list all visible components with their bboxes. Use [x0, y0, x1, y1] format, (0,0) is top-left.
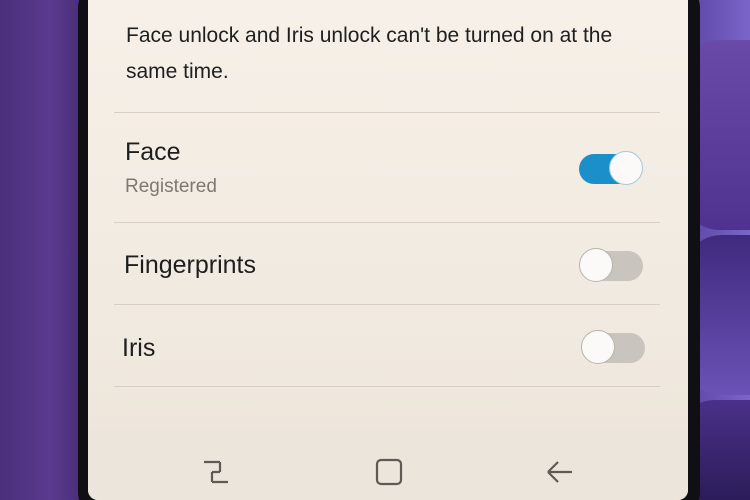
toggle-knob — [581, 330, 615, 364]
recent-apps-icon — [204, 460, 228, 484]
face-option-label[interactable]: Face — [125, 138, 181, 167]
fingerprints-option-label[interactable]: Fingerprints — [124, 251, 256, 280]
navigation-bar — [88, 430, 688, 500]
biometrics-settings-screen: Face unlock and Iris unlock can't be tur… — [88, 0, 688, 500]
recent-apps-button[interactable] — [196, 452, 236, 492]
divider — [114, 112, 660, 113]
back-button[interactable] — [540, 452, 580, 492]
back-icon — [547, 461, 572, 483]
home-button[interactable] — [369, 452, 409, 492]
iris-toggle[interactable] — [581, 330, 645, 364]
face-toggle[interactable] — [579, 151, 643, 185]
divider — [114, 304, 660, 305]
notice-text: Face unlock and Iris unlock can't be tur… — [126, 24, 613, 83]
home-icon — [375, 458, 403, 486]
iris-option-label[interactable]: Iris — [122, 334, 155, 363]
divider — [114, 222, 660, 223]
toggle-knob — [579, 248, 613, 282]
face-option-status: Registered — [125, 176, 217, 197]
fingerprints-toggle[interactable] — [579, 248, 643, 282]
toggle-knob — [609, 151, 643, 185]
divider — [114, 386, 660, 387]
